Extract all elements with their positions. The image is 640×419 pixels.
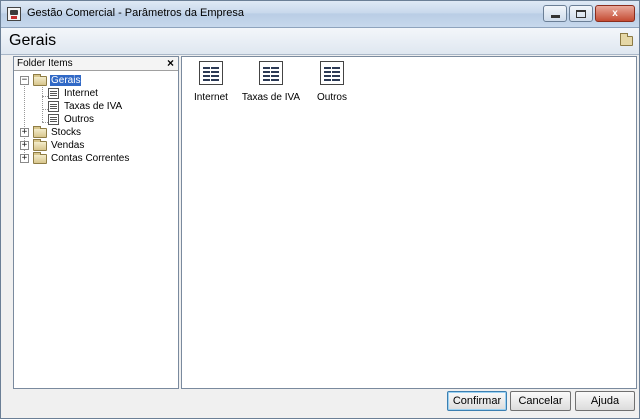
cancel-button[interactable]: Cancelar	[510, 391, 571, 411]
tree-item-label: Taxas de IVA	[64, 101, 123, 112]
item-taxas-de-iva[interactable]: Taxas de IVA	[236, 61, 306, 103]
section-header: Gerais	[1, 28, 639, 55]
folder-icon	[33, 138, 47, 151]
item-label: Taxas de IVA	[241, 92, 301, 103]
app-icon[interactable]	[7, 7, 21, 21]
maximize-icon	[576, 9, 586, 18]
collapse-icon[interactable]: −	[20, 76, 29, 85]
close-window-button[interactable]: x	[595, 5, 635, 22]
tree-item-stocks[interactable]: + Stocks	[20, 125, 82, 139]
folder-icon	[33, 151, 47, 164]
tree-item-contas-correntes[interactable]: + Contas Correntes	[20, 151, 130, 165]
item-label: Outros	[316, 92, 347, 103]
maximize-button[interactable]	[569, 5, 593, 22]
window-controls: x	[543, 5, 635, 22]
tree-item-label: Contas Correntes	[51, 153, 130, 164]
panel-title: Folder Items	[17, 58, 73, 69]
tree-item-internet[interactable]: Internet	[48, 87, 99, 100]
list-page-icon	[199, 61, 223, 85]
tree-item-label: Vendas	[51, 140, 85, 151]
tree-item-gerais[interactable]: − Gerais	[20, 73, 82, 87]
expand-icon[interactable]: +	[20, 154, 29, 163]
tree-item-label: Gerais	[50, 75, 82, 86]
tree-item-vendas[interactable]: + Vendas	[20, 138, 85, 152]
folder-open-icon	[33, 73, 47, 86]
confirm-button[interactable]: Confirmar	[447, 391, 507, 411]
expand-icon[interactable]: +	[20, 128, 29, 137]
folder-icon	[33, 125, 47, 138]
tree-line	[42, 83, 43, 122]
item-label: Internet	[194, 92, 228, 103]
tree-item-label: Outros	[64, 114, 95, 125]
title-bar[interactable]: Gestão Comercial - Parâmetros da Empresa…	[1, 1, 639, 28]
page-title: Gerais	[9, 32, 57, 49]
tree-item-outros[interactable]: Outros	[48, 113, 95, 126]
close-icon: x	[612, 8, 618, 19]
list-page-icon	[48, 114, 59, 125]
list-page-icon	[48, 101, 59, 112]
items-view: Internet Taxas de IVA Outros	[181, 56, 637, 389]
tree-item-label: Stocks	[51, 127, 82, 138]
folder-items-panel: Folder Items × − Gerais Internet Taxas d…	[13, 56, 179, 389]
panel-close-icon[interactable]: ×	[167, 56, 174, 70]
list-page-icon	[259, 61, 283, 85]
window-title: Gestão Comercial - Parâmetros da Empresa	[27, 7, 245, 19]
tree-item-label: Internet	[64, 88, 98, 99]
item-outros[interactable]: Outros	[297, 61, 367, 103]
help-button[interactable]: Ajuda	[575, 391, 635, 411]
expand-icon[interactable]: +	[20, 141, 29, 150]
panel-header: Folder Items ×	[14, 56, 178, 71]
list-page-icon	[320, 61, 344, 85]
tree-item-taxas-de-iva[interactable]: Taxas de IVA	[48, 100, 123, 113]
parameters-window: Gestão Comercial - Parâmetros da Empresa…	[0, 0, 640, 419]
minimize-button[interactable]	[543, 5, 567, 22]
list-page-icon	[48, 88, 59, 99]
folder-icon[interactable]	[620, 33, 633, 46]
minimize-icon	[550, 15, 560, 18]
